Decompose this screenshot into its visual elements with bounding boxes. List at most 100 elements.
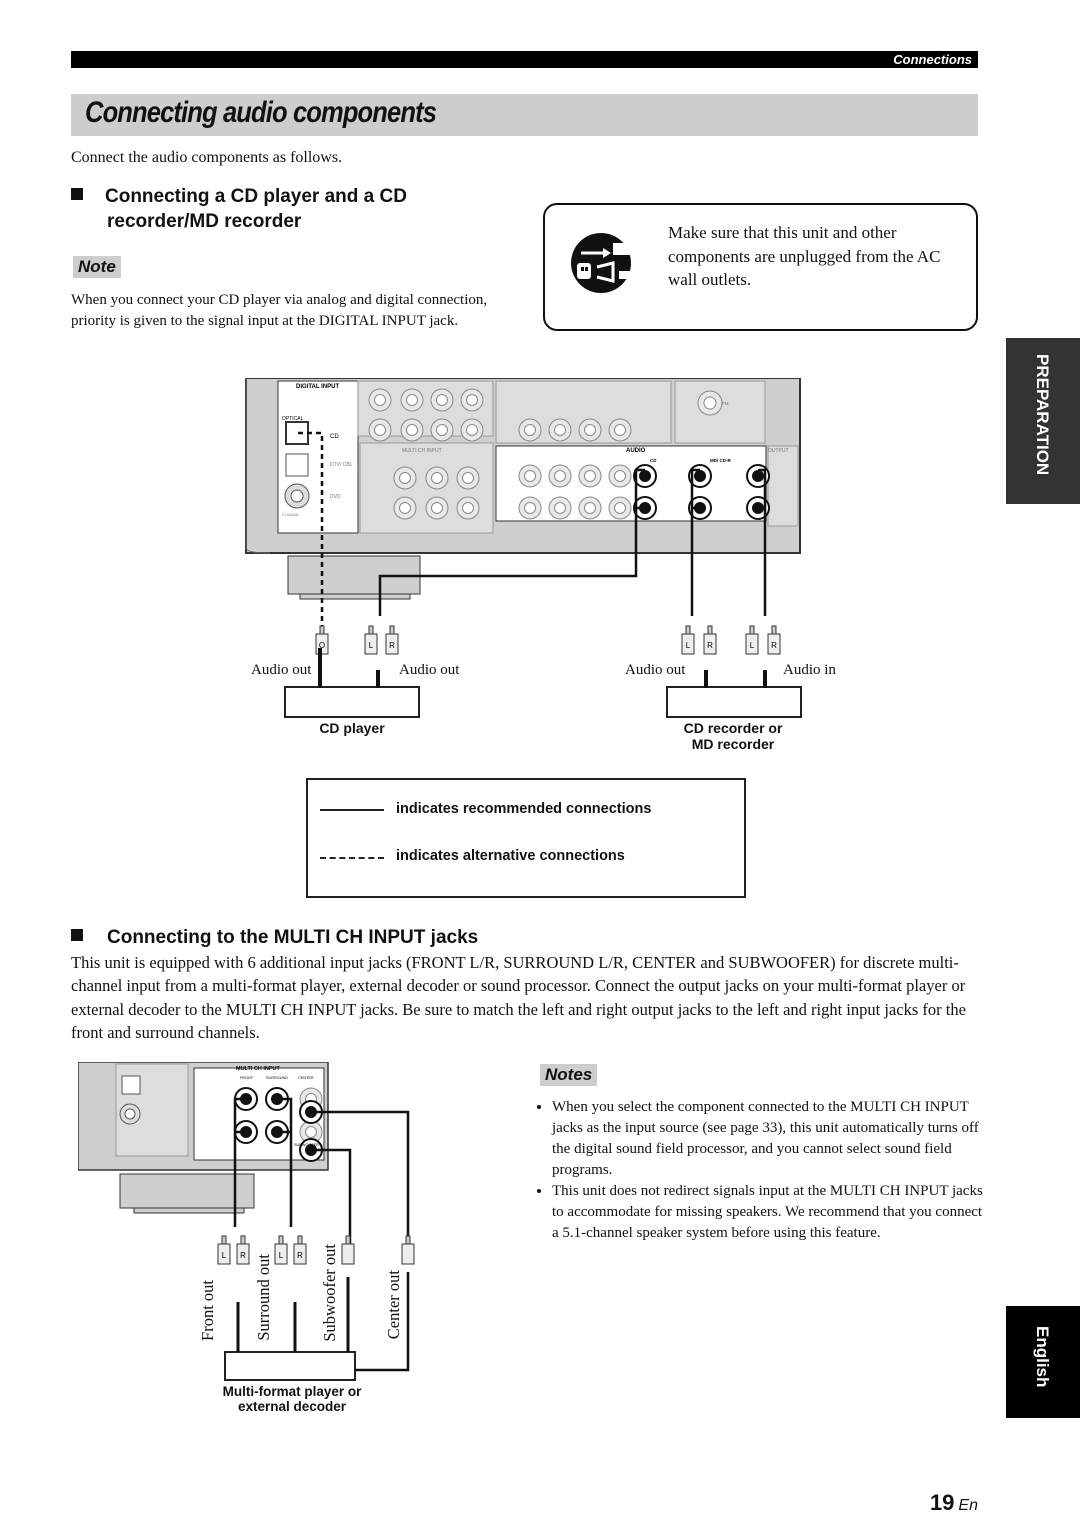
jack-core: [399, 472, 411, 484]
jack-core: [584, 470, 596, 482]
svg-text:CD: CD: [650, 458, 657, 463]
plug-label: R: [297, 1251, 303, 1260]
svg-text:COAXIAL: COAXIAL: [282, 512, 300, 517]
section-header-bar: Connections: [71, 51, 978, 68]
section-header-label: Connections: [893, 52, 972, 67]
plug-label: R: [707, 641, 713, 650]
note-text: When you connect your CD player via anal…: [71, 292, 488, 329]
section2-body: This unit is equipped with 6 additional …: [71, 953, 966, 1042]
jack-core: [614, 470, 626, 482]
rca-plug: [401, 1243, 415, 1265]
jack-core: [584, 424, 596, 436]
jack-core: [639, 470, 651, 482]
cd-connection-diagram: DIGITAL INPUT OPTICAL CD DTV/ CBL DVD CO…: [245, 378, 801, 655]
svg-text:AUDIO: AUDIO: [626, 448, 646, 454]
jack-core: [374, 394, 386, 406]
english-tab[interactable]: English: [1006, 1306, 1080, 1418]
subwoofer-out-label: Subwoofer out: [320, 1244, 339, 1342]
page-title-bar: Connecting audio components: [71, 94, 978, 136]
jack-core: [524, 502, 536, 514]
plug-tip: [297, 1235, 303, 1245]
cdr-audio-out-label: Audio out: [625, 662, 686, 678]
digital-input-label: DIGITAL INPUT: [296, 384, 339, 390]
cd-player-device: [284, 686, 420, 718]
warning-text: Make sure that this unit and other compo…: [668, 223, 941, 289]
page-title: Connecting audio components: [85, 96, 437, 129]
jack-core: [703, 396, 717, 410]
preparation-tab[interactable]: PREPARATION: [1006, 338, 1080, 504]
svg-text:DVD: DVD: [330, 494, 341, 500]
notes-badge: Notes: [540, 1064, 598, 1086]
jack-core: [431, 472, 443, 484]
note-item: When you select the component connected …: [552, 1097, 992, 1181]
jack-core: [374, 424, 386, 436]
multich-connection-diagram: MULTI CH INPUT FRONT SURROUND CENTER SUB…: [78, 1062, 415, 1381]
plug-label: L: [279, 1251, 284, 1260]
svg-text:MD/ CD-R: MD/ CD-R: [710, 458, 731, 463]
plug-tip: [749, 625, 755, 635]
jack-core: [554, 502, 566, 514]
plug-group: OLRLRLR: [315, 625, 781, 655]
svg-text:DTV/ CBL: DTV/ CBL: [330, 462, 353, 468]
jack-core: [406, 424, 418, 436]
intro-text: Connect the audio components as follows.: [71, 149, 343, 166]
svg-text:CENTER: CENTER: [298, 1076, 314, 1080]
svg-text:MULTI CH INPUT: MULTI CH INPUT: [236, 1066, 281, 1072]
jack-core: [436, 394, 448, 406]
plug-tip: [319, 625, 325, 635]
cd-recorder-device: [666, 686, 802, 718]
plug-tip: [771, 625, 777, 635]
cd-player-label: CD player: [319, 720, 385, 736]
page-number: 19 En: [929, 1490, 978, 1515]
plug-tip: [685, 625, 691, 635]
plug-tip: [240, 1235, 246, 1245]
plug-tip: [405, 1235, 411, 1245]
jack-core: [554, 470, 566, 482]
legend-alternative: indicates alternative connections: [396, 848, 625, 864]
jack-core: [694, 470, 706, 482]
multi-format-player-label: Multi-format player or external decoder: [222, 1384, 362, 1414]
front-out-label: Front out: [198, 1280, 217, 1341]
section2-heading: Connecting to the MULTI CH INPUT jacks: [71, 925, 478, 950]
svg-text:MULTI CH INPUT: MULTI CH INPUT: [402, 448, 442, 454]
svg-text:FM: FM: [722, 401, 729, 406]
plug-tip: [345, 1235, 351, 1245]
plug-tip: [368, 625, 374, 635]
jack-core: [752, 470, 764, 482]
jack-core: [466, 394, 478, 406]
cdr-audio-in-label: Audio in: [783, 662, 836, 678]
jack-core: [584, 502, 596, 514]
plug-label: R: [240, 1251, 246, 1260]
plug-label: L: [369, 641, 374, 650]
rca-plug: [341, 1243, 355, 1265]
surround-out-label: Surround out: [254, 1254, 273, 1341]
jack-core: [466, 424, 478, 436]
svg-text:SUBWOOFER: SUBWOOFER: [294, 1143, 319, 1147]
jack-core: [524, 470, 536, 482]
jack-core: [614, 502, 626, 514]
svg-text:FRONT: FRONT: [240, 1076, 254, 1080]
jack-core: [431, 502, 443, 514]
plug-group: LRLR: [217, 1235, 415, 1265]
cd-audio-out-analog-label: Audio out: [399, 662, 460, 678]
plug-label: R: [389, 641, 395, 650]
bullet-square-icon: [71, 188, 83, 200]
plug-label: L: [686, 641, 691, 650]
jack-core: [614, 424, 626, 436]
svg-text:SURROUND: SURROUND: [266, 1076, 288, 1080]
connection-legend: indicates recommended connections indica…: [306, 778, 746, 898]
svg-text:CD: CD: [330, 434, 339, 440]
plug-label: R: [771, 641, 777, 650]
svg-text:OUTPUT: OUTPUT: [768, 448, 789, 454]
dashed-line-swatch: [320, 857, 384, 859]
plug-tip: [278, 1235, 284, 1245]
note-item: This unit does not redirect signals inpu…: [552, 1181, 992, 1244]
bullet-square-icon: [71, 929, 83, 941]
solid-line-swatch: [320, 809, 384, 811]
plug-label: L: [222, 1251, 227, 1260]
jack-core: [406, 394, 418, 406]
jack-core: [524, 424, 536, 436]
plug-tip: [707, 625, 713, 635]
cd-recorder-label: CD recorder or MD recorder: [683, 720, 783, 752]
unplug-icon: [571, 233, 633, 293]
